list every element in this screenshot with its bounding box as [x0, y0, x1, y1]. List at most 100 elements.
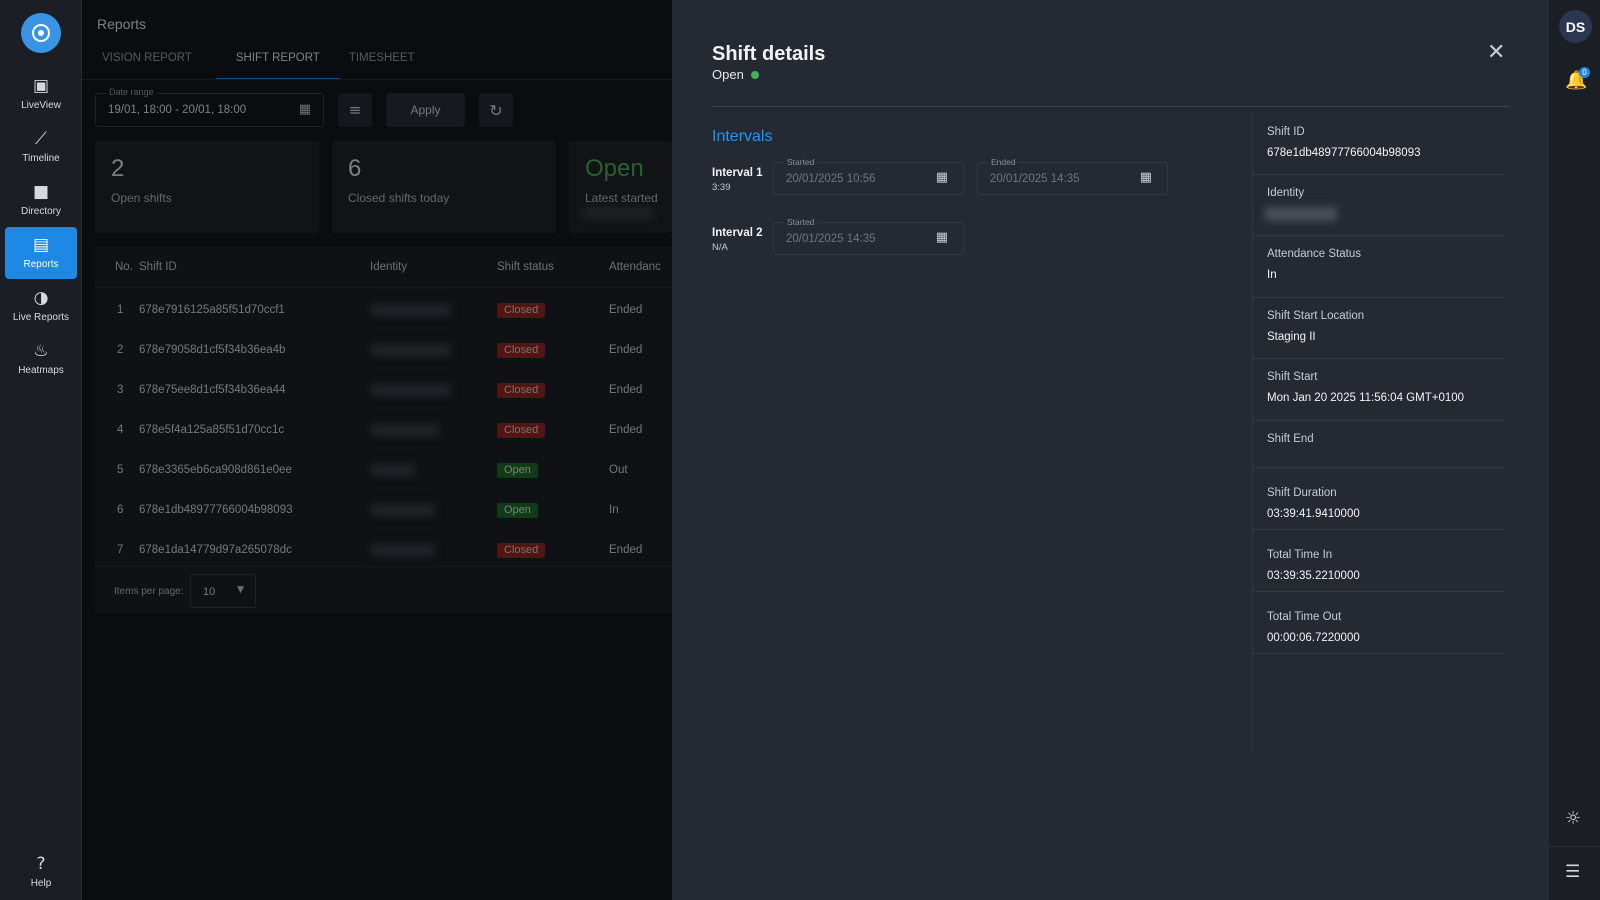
table-row[interactable]: 2 678e79058d1cf5f34b36ea4b Closed Ended: [95, 331, 672, 371]
table-row[interactable]: 3 678e75ee8d1cf5f34b36ea44 Closed Ended: [95, 371, 672, 411]
stat-value: Open: [585, 155, 644, 182]
filter-button[interactable]: ≡: [338, 93, 372, 127]
table-row[interactable]: 7 678e1da14779d97a265078dc Closed Ended: [95, 531, 672, 571]
stat-caption: Open shifts: [111, 191, 172, 205]
avatar[interactable]: DS: [1559, 10, 1592, 43]
nav-item-directory[interactable]: ■ Directory: [5, 174, 77, 226]
date-range-value: 19/01, 18:00 - 20/01, 18:00: [108, 104, 247, 116]
shift-status-text: Open: [712, 67, 744, 82]
attendance-value: Out: [609, 464, 628, 476]
status-badge: Closed: [497, 303, 546, 318]
nav-label: Timeline: [22, 153, 60, 164]
shift-id: 678e3365eb6ca908d861e0ee: [139, 464, 292, 476]
ended-value: 20/01/2025 14:35: [990, 173, 1080, 185]
nav-item-reports[interactable]: ▤ Reports: [5, 227, 77, 279]
attendance-value: Ended: [609, 544, 643, 556]
tab-timesheet[interactable]: TIMESHEET: [344, 46, 435, 80]
date-range-field[interactable]: Date range 19/01, 18:00 - 20/01, 18:00 ▦: [95, 87, 324, 127]
detail-label: Total Time Out: [1267, 611, 1342, 623]
status-badge: Closed: [497, 423, 546, 438]
detail-label: Shift Start: [1267, 371, 1318, 383]
status-dot: [751, 71, 759, 79]
detail-label: Total Time In: [1267, 549, 1333, 561]
detail-value: 03:39:35.2210000: [1267, 570, 1360, 582]
filter-icon: ≡: [348, 101, 362, 119]
report-tabs: VISION REPORT SHIFT REPORT TIMESHEET: [97, 46, 439, 80]
theme-toggle-icon[interactable]: ☼: [1565, 808, 1581, 829]
interval-name: Interval 1: [712, 167, 763, 179]
column-header-identity[interactable]: Identity: [370, 261, 407, 273]
stat-card-closed-shifts: 6 Closed shifts today: [332, 141, 556, 233]
column-header-shift-status[interactable]: Shift status: [497, 261, 554, 273]
date-range-label: Date range: [106, 87, 157, 97]
shift-id: 678e5f4a125a85f51d70cc1c: [139, 424, 285, 436]
stat-card-latest-started: Open Latest started: [569, 141, 672, 233]
detail-attendance-status: Attendance Status In: [1253, 236, 1504, 298]
nav-label: Directory: [20, 206, 61, 217]
detail-value: 00:00:06.7220000: [1267, 632, 1360, 644]
detail-label: Shift ID: [1267, 126, 1305, 138]
row-number: 5: [117, 464, 124, 476]
logo-dot: [38, 30, 44, 36]
app-logo[interactable]: [21, 13, 61, 53]
chevron-down-icon: ▼: [237, 585, 244, 595]
stat-caption: Closed shifts today: [348, 191, 450, 205]
column-header-attendance[interactable]: Attendanc: [609, 261, 661, 273]
ended-label: Ended: [988, 157, 1019, 167]
interval-1-ended-field[interactable]: Ended 20/01/2025 14:35 ▦: [977, 157, 1168, 195]
right-utility-rail: DS 🔔 0 ☼ ☰: [1548, 0, 1600, 900]
status-badge: Closed: [497, 343, 546, 358]
interval-duration: N/A: [712, 242, 728, 253]
column-header-shift-id[interactable]: Shift ID: [139, 261, 177, 273]
table-row[interactable]: 4 678e5f4a125a85f51d70cc1c Closed Ended: [95, 411, 672, 451]
calendar-icon[interactable]: ▦: [1140, 170, 1152, 185]
calendar-icon[interactable]: ▦: [936, 230, 948, 245]
detail-shift-duration: Shift Duration 03:39:41.9410000: [1253, 468, 1504, 530]
redacted-identity: [371, 464, 415, 476]
notification-count-badge: 0: [1579, 67, 1590, 78]
row-number: 6: [117, 504, 124, 516]
close-icon[interactable]: ✕: [1487, 40, 1505, 65]
interval-1-started-field[interactable]: Started 20/01/2025 10:56 ▦: [773, 157, 964, 195]
settings-sliders-icon[interactable]: ☰: [1565, 862, 1580, 882]
redacted-identity: [583, 207, 653, 219]
nav-item-timeline[interactable]: ⟋ Timeline: [5, 121, 77, 173]
page-title: Reports: [97, 16, 147, 32]
detail-shift-start: Shift Start Mon Jan 20 2025 11:56:04 GMT…: [1253, 359, 1504, 421]
nav-item-heatmaps[interactable]: ♨ Heatmaps: [5, 333, 77, 385]
stat-caption: Latest started: [585, 191, 658, 205]
nav-label: Reports: [23, 259, 59, 270]
table-row[interactable]: 6 678e1db48977766004b98093 Open In: [95, 491, 672, 531]
nav-item-liveview[interactable]: ▣ LiveView: [5, 68, 77, 120]
status-badge: Open: [497, 463, 538, 478]
detail-value: Staging II: [1267, 331, 1316, 343]
shift-id: 678e1db48977766004b98093: [139, 504, 293, 516]
tab-shift-report[interactable]: SHIFT REPORT: [215, 46, 340, 80]
detail-label: Shift End: [1267, 433, 1314, 445]
detail-value: 678e1db48977766004b98093: [1267, 147, 1421, 159]
table-row[interactable]: 1 678e7916125a85f51d70ccf1 Closed Ended: [95, 291, 672, 331]
items-per-page-value: 10: [203, 586, 216, 598]
redacted-identity: [371, 424, 439, 436]
attendance-value: Ended: [609, 424, 643, 436]
tab-vision-report[interactable]: VISION REPORT: [97, 46, 212, 80]
calendar-icon[interactable]: ▦: [299, 102, 311, 117]
nav-item-help[interactable]: ? Help: [5, 846, 77, 898]
stat-value: 6: [348, 155, 362, 182]
nav-label: Live Reports: [12, 312, 70, 323]
started-label: Started: [784, 157, 818, 167]
items-per-page-select[interactable]: 10 ▼: [190, 574, 256, 608]
table-row[interactable]: 5 678e3365eb6ca908d861e0ee Open Out: [95, 451, 672, 491]
reset-button[interactable]: ↻: [479, 93, 513, 127]
nav-item-live-reports[interactable]: ◑ Live Reports: [5, 280, 77, 332]
detail-shift-end: Shift End: [1253, 421, 1504, 468]
calendar-icon[interactable]: ▦: [936, 170, 948, 185]
shift-id: 678e75ee8d1cf5f34b36ea44: [139, 384, 286, 396]
redacted-identity: [371, 304, 451, 316]
apply-button[interactable]: Apply: [386, 93, 465, 127]
redacted-identity: [1265, 207, 1337, 221]
attendance-value: Ended: [609, 384, 643, 396]
interval-2-started-field[interactable]: Started 20/01/2025 14:35 ▦: [773, 217, 964, 255]
row-number: 1: [117, 304, 124, 316]
redacted-identity: [371, 344, 451, 356]
